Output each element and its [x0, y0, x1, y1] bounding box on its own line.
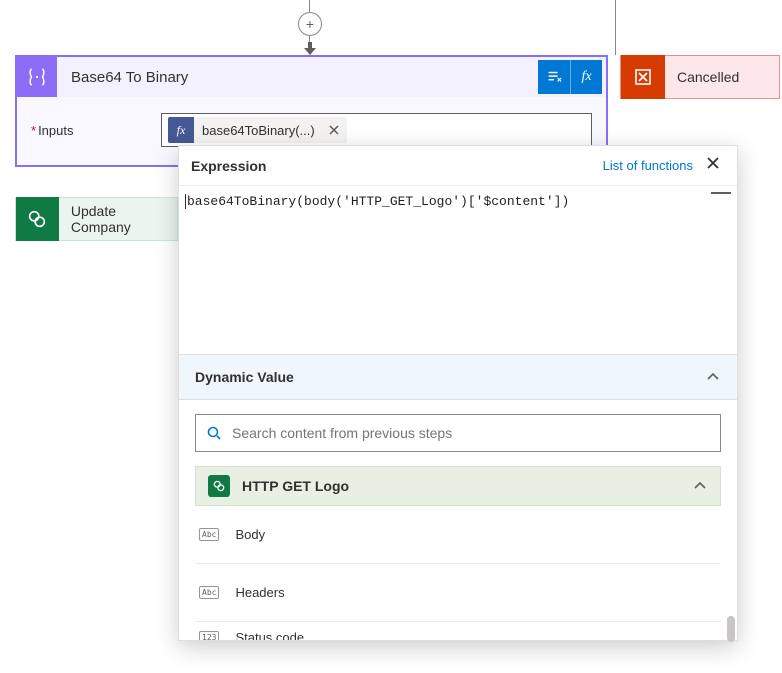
- type-badge-icon: 123: [199, 631, 219, 641]
- action-card-title: Base64 To Binary: [57, 69, 538, 86]
- expression-fx-button[interactable]: fx: [570, 60, 602, 94]
- section-title: HTTP GET Logo: [242, 478, 349, 494]
- expression-token-text: base64ToBinary(...): [194, 123, 323, 138]
- connector-line: [615, 0, 616, 55]
- output-item-headers[interactable]: Abc Headers: [195, 564, 721, 622]
- fx-icon: fx: [168, 117, 194, 143]
- search-box[interactable]: [195, 414, 721, 452]
- action-card-update-company[interactable]: Update Company: [15, 197, 178, 241]
- peek-code-button[interactable]: [538, 60, 570, 94]
- control-icon: [621, 55, 665, 99]
- expression-text: base64ToBinary(body('HTTP_GET_Logo')['$c…: [185, 194, 727, 209]
- expression-editor[interactable]: base64ToBinary(body('HTTP_GET_Logo')['$c…: [179, 186, 737, 354]
- expression-panel-header: Expression List of functions: [179, 146, 737, 186]
- output-item-body[interactable]: Abc Body: [195, 506, 721, 564]
- search-input[interactable]: [232, 425, 710, 441]
- dataverse-icon: [16, 197, 59, 241]
- type-badge-icon: Abc: [199, 586, 219, 599]
- action-card-title: Update Company: [59, 203, 177, 235]
- search-icon: [206, 425, 222, 441]
- section-http-get-logo[interactable]: HTTP GET Logo: [195, 466, 721, 506]
- outputs-list: Abc Body Abc Headers 123 Status code: [195, 506, 721, 640]
- add-step-button[interactable]: +: [298, 12, 322, 36]
- chevron-up-icon: [705, 369, 721, 385]
- output-label: Headers: [235, 585, 284, 600]
- chevron-up-icon: [692, 478, 708, 494]
- search-wrap: [179, 400, 737, 466]
- expression-tab[interactable]: Expression: [191, 158, 266, 174]
- action-card-title: Cancelled: [665, 69, 739, 85]
- output-label: Body: [235, 527, 265, 542]
- action-card-header[interactable]: Base64 To Binary fx: [17, 57, 606, 97]
- scrollbar-thumb[interactable]: [727, 626, 735, 636]
- data-operations-icon: [17, 57, 57, 97]
- dynamic-value-title: Dynamic Value: [195, 369, 294, 385]
- list-of-functions-link[interactable]: List of functions: [603, 158, 693, 173]
- remove-token-button[interactable]: [323, 119, 345, 141]
- plus-icon: +: [306, 16, 314, 32]
- arrow-down-icon: [303, 42, 317, 56]
- expression-token[interactable]: fx base64ToBinary(...): [168, 117, 347, 143]
- dynamic-value-section-header[interactable]: Dynamic Value: [179, 354, 737, 400]
- inputs-field[interactable]: fx base64ToBinary(...): [161, 113, 592, 147]
- action-card-cancelled[interactable]: Cancelled: [620, 55, 780, 99]
- output-label: Status code: [235, 630, 304, 641]
- dataverse-icon: [208, 475, 230, 497]
- inputs-label: *Inputs: [31, 123, 161, 138]
- close-icon[interactable]: [701, 153, 725, 178]
- output-item-status-code[interactable]: 123 Status code: [195, 622, 721, 640]
- header-toolbar: fx: [538, 60, 602, 94]
- type-badge-icon: Abc: [199, 528, 219, 541]
- expression-panel: Expression List of functions base64ToBin…: [178, 145, 738, 641]
